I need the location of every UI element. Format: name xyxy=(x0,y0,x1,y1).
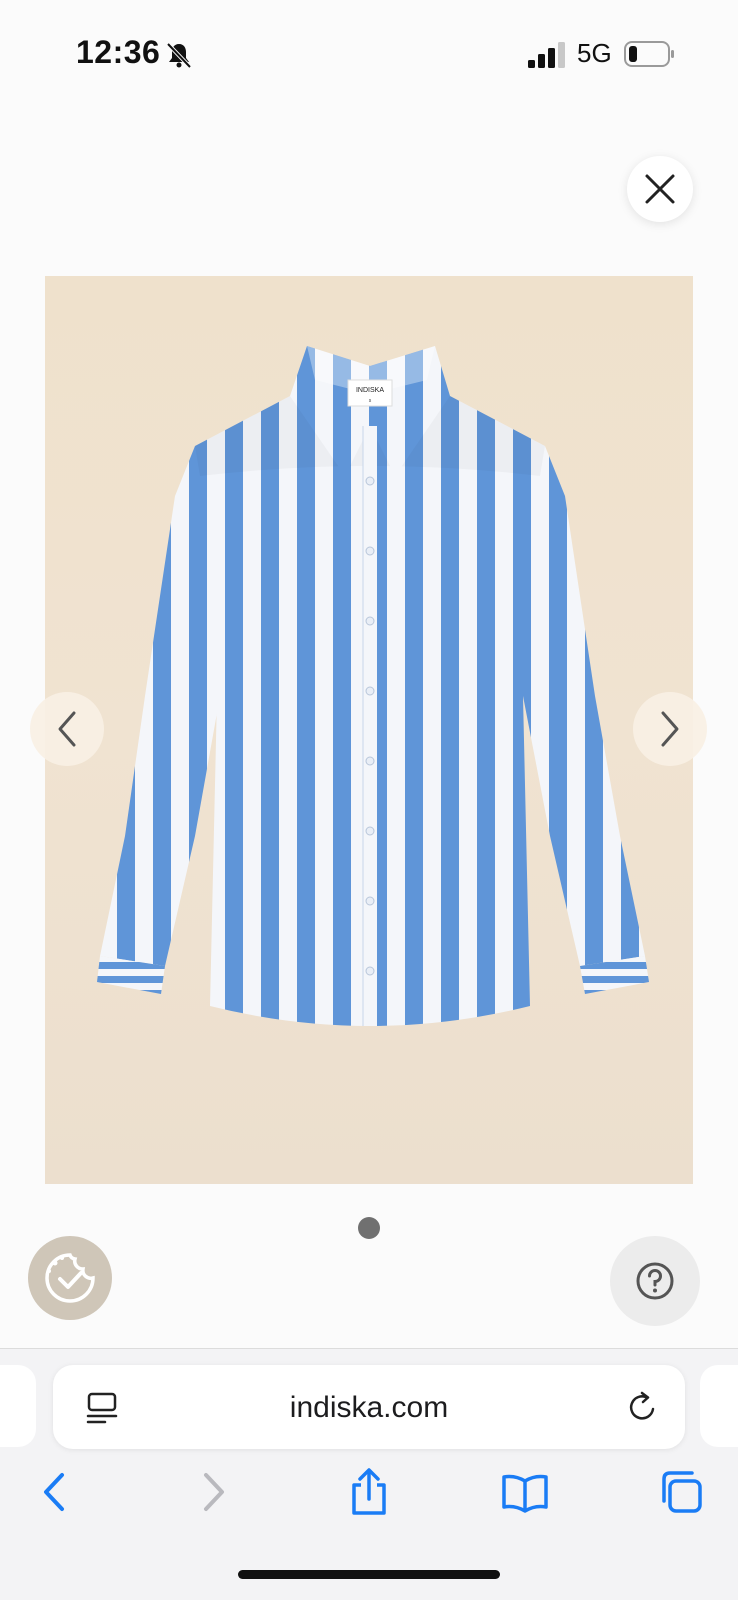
previous-tab-peek[interactable] xyxy=(0,1365,36,1447)
browser-toolbar xyxy=(0,1467,738,1537)
battery-icon xyxy=(624,41,674,67)
screen: 12:36 5G INDISKA s indiska.com xyxy=(0,0,738,1600)
close-button[interactable] xyxy=(627,156,693,222)
network-type: 5G xyxy=(577,38,612,68)
browser-bottom-bar: indiska.com xyxy=(0,1348,738,1600)
question-icon xyxy=(636,1262,674,1300)
status-bar: 12:36 5G xyxy=(0,0,738,110)
cookie-consent-icon xyxy=(45,1253,95,1303)
status-time: 12:36 xyxy=(76,34,161,70)
brand-label: INDISKA xyxy=(356,387,384,394)
signal-icon xyxy=(528,42,565,68)
home-indicator[interactable] xyxy=(238,1570,500,1579)
chevron-right-icon xyxy=(661,711,679,747)
help-button[interactable] xyxy=(610,1236,700,1326)
next-image-button[interactable] xyxy=(633,692,707,766)
url-text[interactable]: indiska.com xyxy=(53,1391,685,1425)
address-bar[interactable]: indiska.com xyxy=(53,1365,685,1449)
carousel-dot-active[interactable] xyxy=(358,1217,380,1239)
forward-icon[interactable] xyxy=(188,1467,238,1517)
back-icon[interactable] xyxy=(30,1467,80,1517)
tabs-icon[interactable] xyxy=(656,1467,706,1517)
product-image[interactable]: INDISKA s xyxy=(45,276,693,1184)
bell-slash-icon xyxy=(166,42,192,69)
striped-shirt-illustration: INDISKA s xyxy=(97,346,649,1026)
close-icon xyxy=(645,174,675,204)
reload-icon[interactable] xyxy=(625,1389,661,1425)
share-icon[interactable] xyxy=(344,1467,394,1517)
chevron-left-icon xyxy=(58,711,76,747)
bookmarks-icon[interactable] xyxy=(500,1467,550,1517)
cookie-consent-button[interactable] xyxy=(28,1236,112,1320)
next-tab-peek[interactable] xyxy=(700,1365,738,1447)
previous-image-button[interactable] xyxy=(30,692,104,766)
